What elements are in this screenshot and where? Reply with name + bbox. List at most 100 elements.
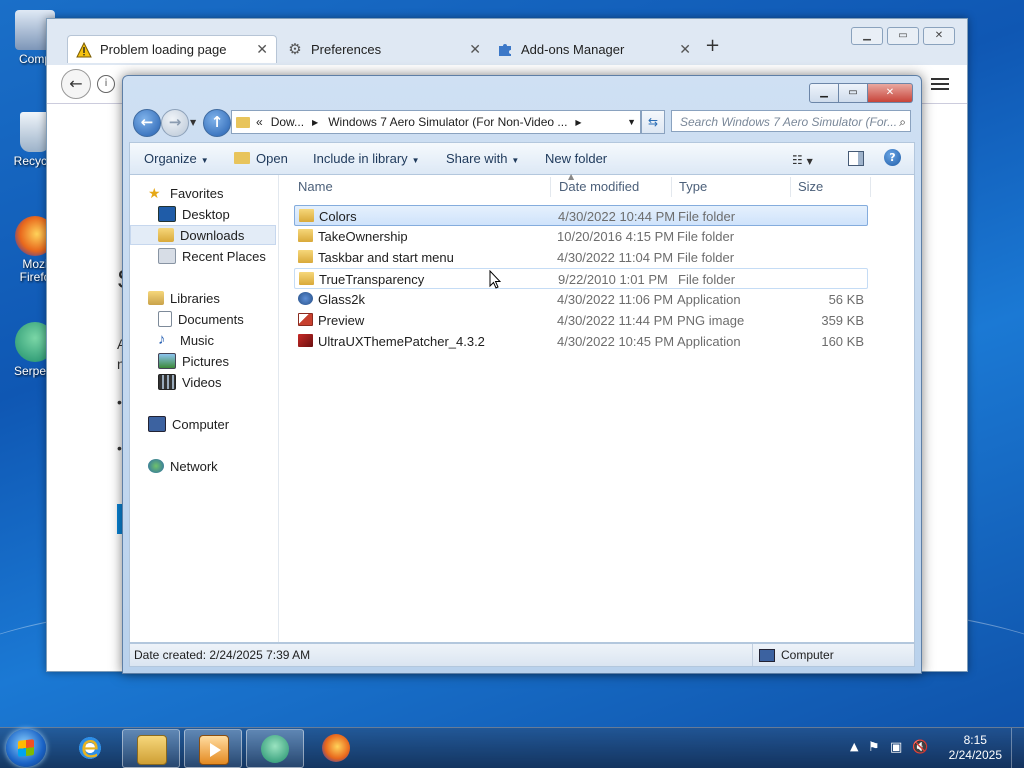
sidebar-item-desktop[interactable]: Desktop — [130, 204, 278, 224]
breadcrumb-downloads[interactable]: Dow... — [271, 115, 304, 129]
back-button[interactable]: ← — [133, 109, 161, 137]
column-divider[interactable] — [550, 177, 551, 197]
status-location: Computer — [752, 644, 834, 666]
file-row[interactable]: UltraUXThemePatcher_4.3.2 4/30/2022 10:4… — [294, 331, 868, 352]
close-button[interactable]: ✕ — [868, 83, 913, 103]
recent-places-icon — [158, 248, 176, 264]
organize-label: Organize — [144, 151, 197, 166]
sidebar-item-documents[interactable]: Documents — [130, 309, 278, 329]
start-button[interactable] — [6, 729, 46, 767]
file-row[interactable]: TakeOwnership 10/20/2016 4:15 PM File fo… — [294, 226, 868, 247]
address-dropdown-icon[interactable]: ▼ — [627, 117, 636, 127]
file-type: Application — [677, 292, 741, 307]
search-input[interactable]: Search Windows 7 Aero Simulator (For... … — [671, 110, 911, 132]
help-icon[interactable]: ? — [884, 149, 901, 166]
refresh-button[interactable]: ⇆ — [641, 110, 665, 134]
change-view-icon[interactable]: ☷ ▼ — [792, 153, 813, 167]
file-row[interactable]: TrueTransparency 9/22/2010 1:01 PM File … — [294, 268, 868, 289]
minimize-button[interactable]: ▁ — [809, 83, 839, 103]
windows-explorer-icon — [137, 735, 167, 765]
column-divider[interactable] — [870, 177, 871, 197]
sidebar-item-music[interactable]: ♪ Music — [130, 330, 278, 350]
network-status-icon[interactable]: ▣ — [890, 740, 902, 755]
new-folder-label: New folder — [545, 151, 608, 166]
show-desktop-button[interactable] — [1011, 728, 1024, 768]
tab-problem-loading-page[interactable]: Problem loading page ✕ — [67, 35, 277, 63]
minimize-button[interactable]: ▁ — [851, 27, 883, 45]
column-header-type[interactable]: Type — [679, 175, 707, 199]
column-header-size[interactable]: Size — [798, 175, 823, 199]
maximize-button[interactable]: ▭ — [887, 27, 919, 45]
file-date: 4/30/2022 11:44 PM — [557, 313, 674, 328]
breadcrumb-chevron-icon[interactable]: ▶ — [575, 118, 581, 127]
file-row[interactable]: Preview 4/30/2022 11:44 PM PNG image 359… — [294, 310, 868, 331]
sidebar-item-libraries[interactable]: Libraries — [130, 288, 278, 308]
sidebar-item-label: Favorites — [170, 185, 224, 201]
sidebar-item-favorites[interactable]: ★ Favorites — [130, 183, 278, 203]
back-button[interactable]: ← — [61, 69, 91, 99]
sidebar-item-videos[interactable]: Videos — [130, 372, 278, 392]
column-header-name[interactable]: Name — [298, 175, 333, 199]
sidebar-item-computer[interactable]: Computer — [130, 414, 278, 434]
new-folder-button[interactable]: New folder — [545, 151, 607, 166]
show-hidden-icons-icon[interactable]: ▲ — [850, 740, 858, 753]
new-tab-button[interactable]: + — [705, 35, 720, 56]
sidebar-item-pictures[interactable]: Pictures — [130, 351, 278, 371]
file-name: Glass2k — [318, 292, 365, 307]
firefox-window-controls: ▁ ▭ ✕ — [851, 27, 955, 45]
search-icon[interactable]: ⌕ — [899, 111, 906, 131]
breadcrumb-current-folder[interactable]: Windows 7 Aero Simulator (For Non-Video … — [328, 115, 567, 129]
address-bar[interactable]: « Dow... ▶ Windows 7 Aero Simulator (For… — [231, 110, 641, 134]
column-divider[interactable] — [671, 177, 672, 197]
hamburger-menu-icon[interactable] — [931, 75, 949, 93]
close-button[interactable]: ✕ — [923, 27, 955, 45]
action-center-flag-icon[interactable]: ⚑ — [868, 740, 880, 755]
taskbar-internet-explorer[interactable]: e — [62, 729, 118, 766]
desktop-icon — [158, 206, 176, 222]
file-date: 4/30/2022 11:06 PM — [557, 292, 674, 307]
preview-pane-icon[interactable] — [848, 151, 864, 166]
open-button[interactable]: Open — [234, 151, 288, 166]
share-with-label: Share with — [446, 151, 508, 166]
png-image-icon — [298, 313, 313, 326]
column-header-date-modified[interactable]: Date modified — [559, 175, 639, 199]
command-bar: Organize ▼ Open Include in library ▼ Share… — [129, 142, 915, 175]
tab-close-icon[interactable]: ✕ — [679, 41, 691, 58]
share-with-button[interactable]: Share with ▼ — [446, 151, 519, 166]
sidebar-item-network[interactable]: Network — [130, 456, 278, 476]
column-divider[interactable] — [790, 177, 791, 197]
volume-muted-icon[interactable]: 🔇 — [912, 740, 928, 755]
libraries-icon — [148, 291, 164, 305]
include-in-library-button[interactable]: Include in library ▼ — [313, 151, 420, 166]
file-type: File folder — [677, 229, 735, 244]
recent-pages-dropdown-icon[interactable]: ▼ — [190, 118, 196, 127]
tab-preferences[interactable]: ⚙ Preferences ✕ — [279, 35, 489, 63]
sidebar-item-recent-places[interactable]: Recent Places — [130, 246, 278, 266]
breadcrumb-overflow[interactable]: « — [256, 115, 263, 129]
file-row[interactable]: Colors 4/30/2022 10:44 PM File folder — [294, 205, 868, 226]
folder-icon — [298, 250, 313, 263]
info-icon[interactable]: i — [97, 75, 115, 93]
taskbar-media-player[interactable] — [184, 729, 242, 768]
organize-button[interactable]: Organize ▼ — [144, 151, 209, 166]
file-row[interactable]: Taskbar and start menu 4/30/2022 11:04 P… — [294, 247, 868, 268]
sidebar-item-label: Videos — [182, 374, 222, 390]
sidebar-item-label: Libraries — [170, 290, 220, 306]
tab-close-icon[interactable]: ✕ — [469, 41, 481, 58]
taskbar-firefox[interactable] — [308, 729, 364, 766]
file-date: 4/30/2022 11:04 PM — [557, 250, 674, 265]
tab-add-ons-manager[interactable]: Add-ons Manager ✕ — [489, 35, 699, 63]
explorer-window[interactable]: ▁ ▭ ✕ ← → ▼ ↑ « Dow... ▶ Windows 7 Aero … — [122, 75, 922, 674]
chevron-down-icon: ▼ — [411, 156, 420, 165]
file-row[interactable]: Glass2k 4/30/2022 11:06 PM Application 5… — [294, 289, 868, 310]
maximize-button[interactable]: ▭ — [839, 83, 868, 103]
taskbar-serpent[interactable] — [246, 729, 304, 768]
sidebar-item-downloads[interactable]: Downloads — [130, 225, 276, 245]
clock[interactable]: 8:15 2/24/2025 — [949, 733, 1002, 763]
breadcrumb-chevron-icon[interactable]: ▶ — [312, 118, 318, 127]
tab-close-icon[interactable]: ✕ — [256, 41, 268, 58]
puzzle-icon — [497, 41, 513, 57]
up-button[interactable]: ↑ — [203, 109, 231, 137]
taskbar-windows-explorer[interactable] — [122, 729, 180, 768]
forward-button[interactable]: → — [161, 109, 189, 137]
